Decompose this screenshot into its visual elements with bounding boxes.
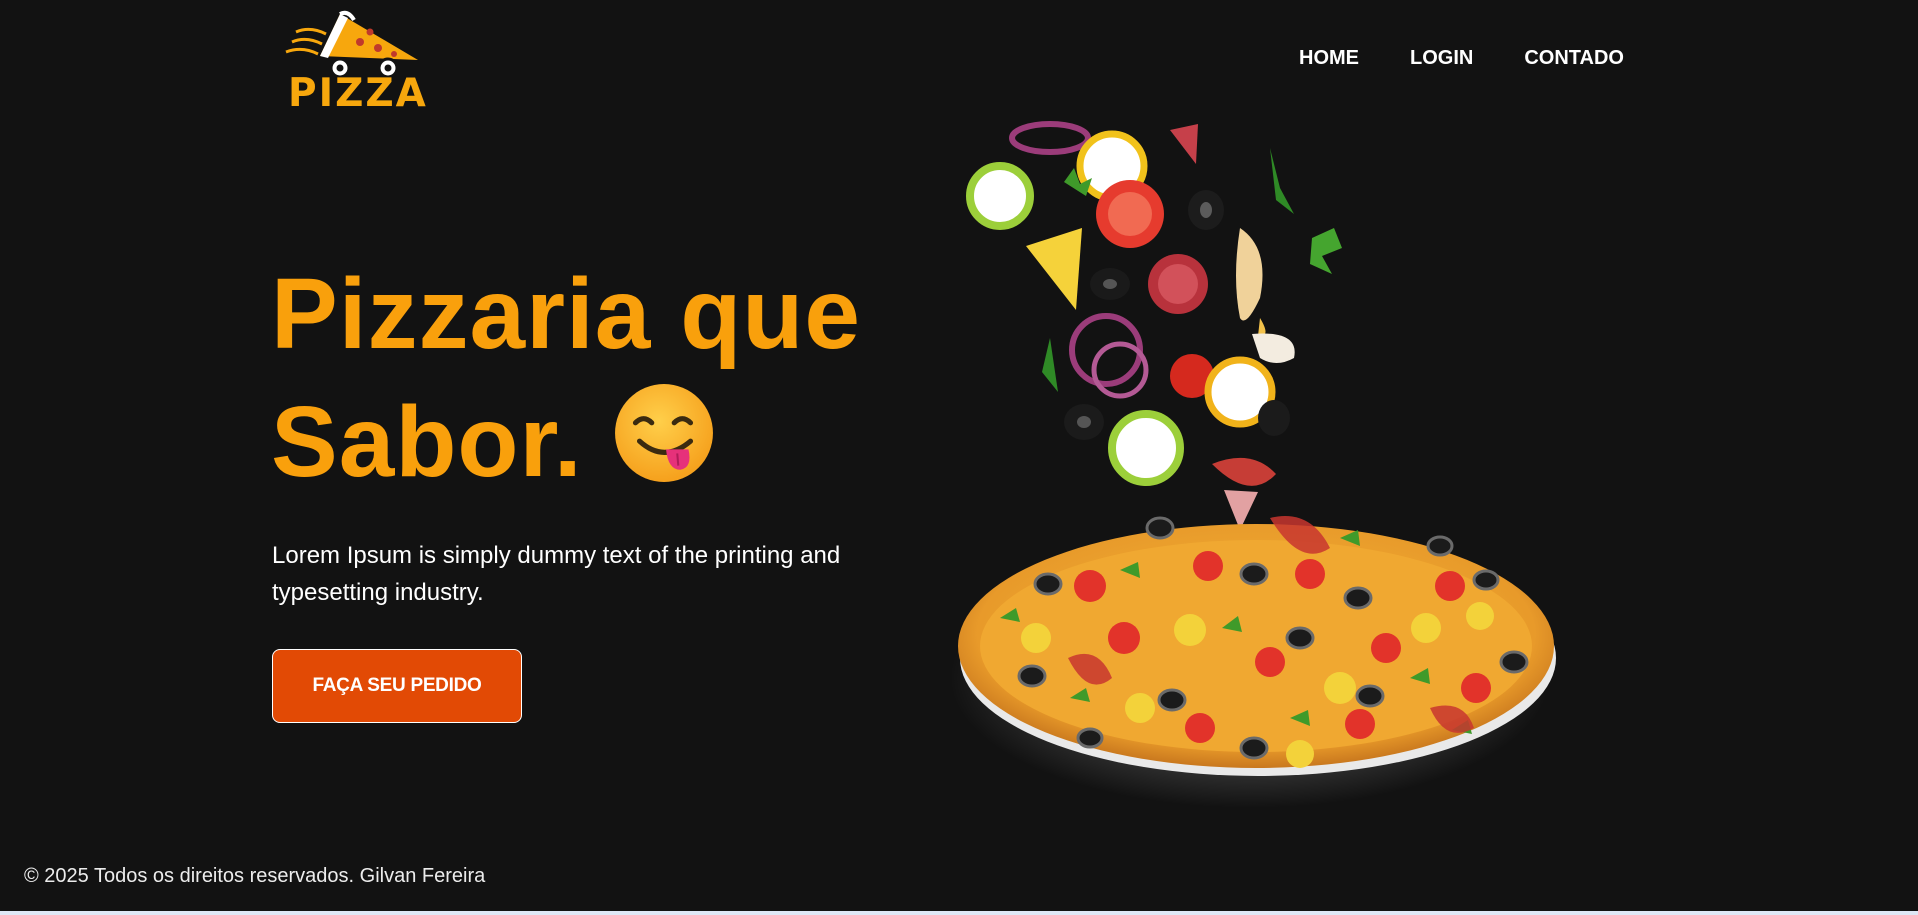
falling-toppings bbox=[966, 121, 1342, 530]
hero-title-line2: Sabor. bbox=[271, 378, 861, 506]
footer-copyright: © 2025 Todos os direitos reservados. Gil… bbox=[24, 865, 486, 887]
nav-login[interactable]: LOGIN bbox=[1410, 46, 1473, 70]
hero-title: Pizzaria que Sabor. bbox=[271, 250, 861, 506]
face-savoring-food-icon bbox=[614, 384, 713, 482]
hero-description: Lorem Ipsum is simply dummy text of the … bbox=[272, 542, 841, 606]
nav-home[interactable]: HOME bbox=[1299, 46, 1359, 70]
page: PIZZA HOME LOGIN CONTADO Pizzaria que Sa… bbox=[0, 0, 1918, 915]
logo-text: PIZZA bbox=[288, 71, 428, 116]
main-nav: HOME LOGIN CONTADO bbox=[1299, 46, 1624, 70]
pizza-image bbox=[950, 121, 1556, 808]
hero-title-line1: Pizzaria que bbox=[271, 258, 861, 370]
page-bottom-border bbox=[0, 911, 1918, 915]
hero-title-word: Sabor. bbox=[271, 386, 583, 498]
order-button[interactable]: FAÇA SEU PEDIDO bbox=[272, 649, 522, 723]
nav-contado[interactable]: CONTADO bbox=[1524, 46, 1624, 70]
